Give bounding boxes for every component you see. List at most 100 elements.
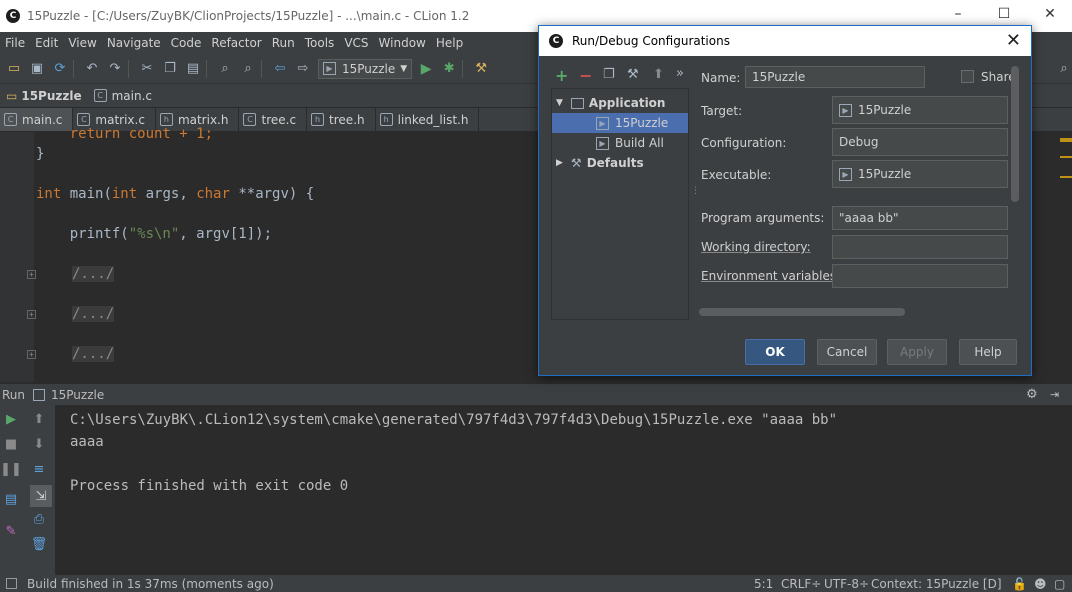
cut-icon[interactable]: ✂ [138, 60, 156, 78]
scroll-up-icon[interactable]: ⬆ [30, 410, 48, 428]
pin-icon[interactable]: ✎ [2, 522, 20, 540]
scroll-to-end-icon[interactable]: ⇲ [30, 485, 52, 507]
menu-run[interactable]: Run [267, 36, 300, 50]
fold-toggle-icon[interactable]: + [27, 350, 36, 359]
menu-vcs[interactable]: VCS [339, 36, 373, 50]
edit-defaults-icon[interactable]: ⚒ [627, 67, 639, 82]
folded-block[interactable]: /.../ [72, 266, 115, 282]
maximize-button[interactable]: ☐ [994, 6, 1014, 22]
paste-icon[interactable]: ▤ [184, 60, 202, 78]
executable-select[interactable]: ▶ 15Puzzle [832, 160, 1008, 188]
cancel-button[interactable]: Cancel [817, 339, 877, 365]
tab-tree-h[interactable]: h tree.h [307, 108, 376, 131]
help-button[interactable]: Help [959, 339, 1017, 365]
name-input[interactable]: 15Puzzle [745, 66, 925, 88]
copy-icon[interactable]: ❐ [161, 60, 179, 78]
breadcrumb-file[interactable]: C main.c [88, 89, 158, 103]
inspector-icon[interactable]: ☻ [1034, 577, 1047, 591]
fold-toggle-icon[interactable]: + [27, 270, 36, 279]
run-console[interactable]: C:\Users\ZuyBK\.CLion12\system\cmake\gen… [55, 405, 1072, 575]
search-icon[interactable]: ⌕ [1055, 60, 1072, 78]
trash-icon[interactable]: 🗑 [30, 535, 48, 553]
run-config-selector[interactable]: ▶ 15Puzzle ▼ [318, 58, 413, 79]
scroll-down-icon[interactable]: ⬇ [30, 435, 48, 453]
program-arguments-input[interactable]: "aaaa bb" [832, 206, 1008, 230]
vertical-scrollbar[interactable] [1011, 66, 1019, 202]
caret-position[interactable]: 5:1 [754, 577, 773, 591]
more-icon[interactable]: » [676, 66, 684, 81]
working-directory-input[interactable] [832, 235, 1008, 259]
horizontal-scrollbar[interactable] [699, 308, 905, 316]
menu-refactor[interactable]: Refactor [206, 36, 266, 50]
apply-button[interactable]: Apply [887, 339, 947, 365]
folded-block[interactable]: /.../ [72, 346, 115, 362]
error-stripe-marker[interactable] [1060, 138, 1072, 142]
remove-icon[interactable]: − [579, 66, 592, 85]
pause-icon[interactable]: ❚❚ [0, 460, 22, 478]
menu-navigate[interactable]: Navigate [102, 36, 166, 50]
menu-help[interactable]: Help [431, 36, 468, 50]
tree-item-application[interactable]: ▼ Application [552, 93, 688, 113]
menu-edit[interactable]: Edit [30, 36, 63, 50]
target-select[interactable]: ▶ 15Puzzle [832, 96, 1008, 124]
close-icon[interactable]: ✕ [1006, 30, 1021, 51]
menu-tools[interactable]: Tools [300, 36, 340, 50]
hide-panel-icon[interactable]: ⇥ [1050, 388, 1059, 401]
back-icon[interactable]: ⇦ [271, 60, 289, 78]
lock-icon[interactable]: 🔓 [1012, 577, 1027, 591]
undo-icon[interactable]: ↶ [83, 60, 101, 78]
share-checkbox[interactable] [961, 70, 974, 83]
breadcrumb-project[interactable]: ▭ 15Puzzle [0, 89, 88, 103]
menu-file[interactable]: File [0, 36, 30, 50]
soft-wrap-icon[interactable]: ≡ [30, 460, 48, 478]
folded-block[interactable]: /.../ [72, 306, 115, 322]
tab-linked-list-h[interactable]: h linked_list.h [376, 108, 480, 131]
dialog-title: Run/Debug Configurations [572, 34, 730, 48]
tree-item-15puzzle[interactable]: ▶ 15Puzzle [552, 113, 688, 133]
code-line: return count + 1; [36, 126, 213, 142]
settings-icon[interactable]: ⚒ [472, 60, 490, 78]
replace-icon[interactable]: ⌕ [239, 60, 257, 78]
layout-icon[interactable]: ▤ [2, 490, 20, 508]
file-encoding[interactable]: UTF-8÷ [824, 577, 869, 591]
folder-icon[interactable]: ▭ [5, 60, 23, 78]
run-tab-label[interactable]: 15Puzzle [51, 388, 104, 402]
line-separator[interactable]: CRLF÷ [781, 577, 821, 591]
tool-windows-icon[interactable] [6, 578, 17, 589]
tree-item-build-all[interactable]: ▶ Build All [552, 133, 688, 153]
find-icon[interactable]: ⌕ [216, 60, 234, 78]
fold-toggle-icon[interactable]: + [27, 310, 36, 319]
console-line: C:\Users\ZuyBK\.CLion12\system\cmake\gen… [70, 412, 838, 428]
close-window-button[interactable]: ✕ [1040, 6, 1060, 22]
debug-icon[interactable]: ✱ [440, 60, 458, 78]
splitter-handle[interactable]: ⋮ [691, 186, 700, 196]
menu-window[interactable]: Window [374, 36, 431, 50]
print-icon[interactable]: ⎙ [30, 510, 48, 528]
run-icon[interactable]: ▶ [417, 60, 435, 78]
add-icon[interactable]: + [555, 66, 568, 85]
rerun-icon[interactable]: ▶ [2, 410, 20, 428]
minimize-button[interactable]: – [948, 6, 968, 22]
environment-variables-label: Environment variables: [701, 269, 841, 283]
sync-icon[interactable]: ⟳ [51, 60, 69, 78]
save-icon[interactable]: ▣ [28, 60, 46, 78]
gear-icon[interactable]: ⚙ [1026, 387, 1038, 402]
resolve-context[interactable]: Context: 15Puzzle [D] [871, 577, 1002, 591]
copy-config-icon[interactable]: ❐ [603, 67, 615, 82]
configuration-select[interactable]: Debug [832, 128, 1008, 156]
event-log-icon[interactable]: ▢ [1054, 577, 1065, 591]
ok-button[interactable]: OK [745, 339, 805, 365]
tab-label: linked_list.h [397, 112, 469, 127]
stop-icon[interactable]: ■ [2, 435, 20, 453]
forward-icon[interactable]: ⇨ [294, 60, 312, 78]
tree-item-defaults[interactable]: ▶ ⚒ Defaults [552, 153, 688, 173]
tab-tree-c[interactable]: Ctree.c [239, 108, 308, 131]
redo-icon[interactable]: ↷ [106, 60, 124, 78]
window-title: 15Puzzle - [C:/Users/ZuyBK/ClionProjects… [27, 9, 470, 23]
error-stripe-marker[interactable] [1060, 176, 1072, 178]
error-stripe-marker[interactable] [1060, 156, 1072, 158]
menu-view[interactable]: View [63, 36, 101, 50]
menu-code[interactable]: Code [166, 36, 207, 50]
move-up-icon[interactable]: ⬆ [653, 67, 664, 82]
environment-variables-input[interactable] [832, 264, 1008, 288]
